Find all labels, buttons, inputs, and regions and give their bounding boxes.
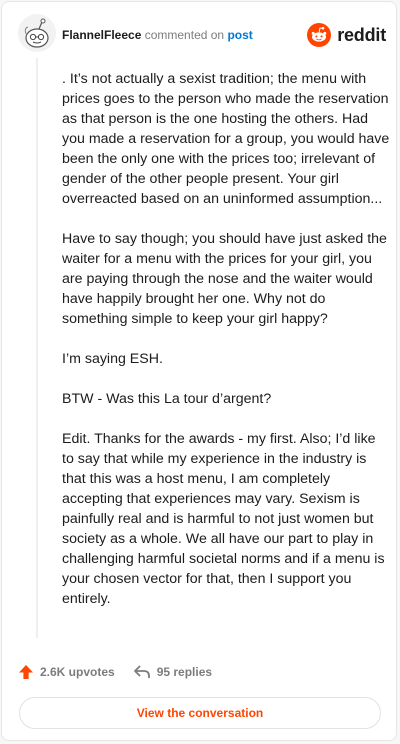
upvote-icon[interactable] [18,664,34,680]
action-text: commented on [144,28,225,42]
reply-icon[interactable] [133,664,151,680]
comment-paragraph: . It’s not actually a sexist tradition; … [62,71,390,207]
reddit-brand[interactable]: reddit [307,22,386,48]
thread-line [36,58,38,638]
reply-count: 95 replies [156,665,213,679]
username-link[interactable]: FlannelFleece [62,28,141,42]
view-conversation-button[interactable]: View the conversation [19,697,381,729]
comment-paragraph: Edit. Thanks for the awards - my first. … [62,431,385,607]
reddit-snoo-icon [307,23,332,47]
user-avatar[interactable] [18,14,56,52]
comment-paragraph: BTW - Was this La tour d’argent? [62,391,272,407]
comment-header: FlannelFleece commented on post reddit [2,2,398,66]
comment-byline: FlannelFleece commented on post [62,28,253,42]
reddit-wordmark: reddit [337,24,386,45]
post-link[interactable]: post [227,28,252,42]
upvote-count: 2.6K upvotes [40,665,115,679]
comment-paragraph: Have to say though; you should have just… [62,231,387,327]
snoo-avatar-icon [18,14,56,52]
comment-card: FlannelFleece commented on post reddit .… [1,1,397,741]
comment-stats: 2.6K upvotes 95 replies [18,660,212,684]
comment-paragraph: I’m saying ESH. [62,351,163,367]
comment-body: . It’s not actually a sexist tradition; … [62,69,390,629]
